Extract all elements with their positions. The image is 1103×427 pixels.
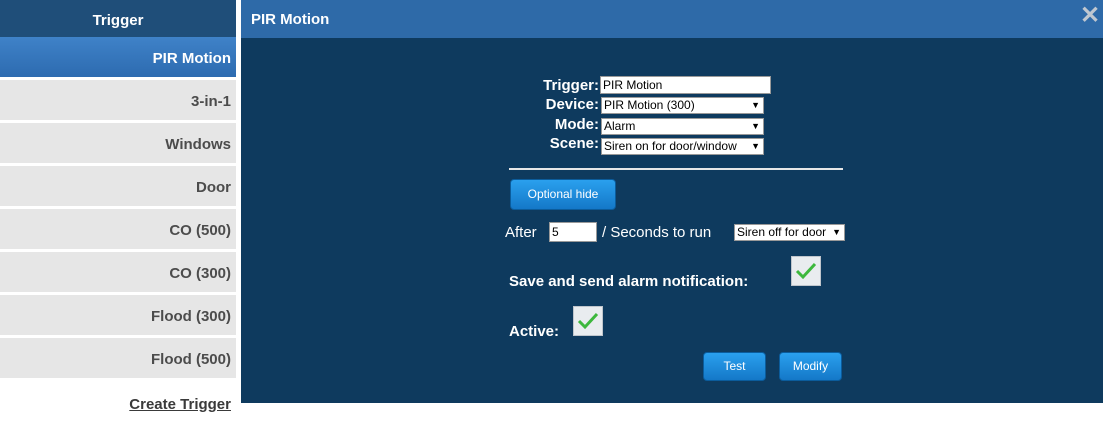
- device-select-value: PIR Motion (300): [604, 98, 695, 112]
- modify-button[interactable]: Modify: [779, 352, 842, 381]
- sidebar-item-label: Door: [196, 179, 231, 196]
- dialog-title: PIR Motion: [251, 11, 330, 28]
- sidebar-item-pir-motion[interactable]: PIR Motion: [0, 37, 236, 80]
- sidebar-item-label: Windows: [165, 136, 231, 153]
- test-button[interactable]: Test: [703, 352, 766, 381]
- mode-select-value: Alarm: [604, 119, 636, 133]
- create-trigger-link[interactable]: Create Trigger: [0, 383, 236, 423]
- scene-label: Scene:: [549, 135, 599, 152]
- dropdown-arrow-icon: ▼: [748, 139, 760, 154]
- trigger-label: Trigger:: [543, 77, 599, 94]
- dialog-title-bar: PIR Motion ✕: [241, 0, 1103, 38]
- form-divider: [509, 168, 843, 170]
- sidebar-item-flood-500[interactable]: Flood (500): [0, 338, 236, 381]
- sidebar-item-flood-300[interactable]: Flood (300): [0, 295, 236, 338]
- active-checkbox[interactable]: [573, 306, 603, 336]
- sidebar-header: Trigger: [0, 0, 236, 37]
- create-trigger-label: Create Trigger: [129, 396, 231, 413]
- mode-label: Mode:: [554, 116, 599, 133]
- after-label: After: [505, 224, 537, 241]
- sidebar-item-label: CO (500): [169, 222, 231, 239]
- dropdown-arrow-icon: ▼: [748, 119, 760, 134]
- device-select[interactable]: PIR Motion (300) ▼: [601, 97, 764, 114]
- scene-select[interactable]: Siren on for door/window ▼: [601, 138, 764, 155]
- scene-select-value: Siren on for door/window: [604, 139, 737, 153]
- trigger-dialog: PIR Motion ✕ Trigger: PIR Motion Device:…: [241, 0, 1103, 403]
- checkmark-icon: [795, 262, 817, 280]
- save-notify-label: Save and send alarm notification:: [509, 273, 749, 290]
- sidebar-item-co-300[interactable]: CO (300): [0, 252, 236, 295]
- seconds-input[interactable]: 5: [549, 222, 597, 242]
- sidebar-item-windows[interactable]: Windows: [0, 123, 236, 166]
- trigger-sidebar: Trigger PIR Motion 3-in-1 Windows Door C…: [0, 0, 236, 423]
- close-icon[interactable]: ✕: [1079, 4, 1101, 28]
- device-label: Device:: [545, 96, 599, 113]
- sidebar-item-label: Flood (300): [150, 308, 231, 325]
- sidebar-item-label: Flood (500): [150, 351, 231, 368]
- sidebar-item-label: 3-in-1: [190, 93, 231, 110]
- trigger-name-input[interactable]: PIR Motion: [600, 76, 771, 94]
- mode-select[interactable]: Alarm ▼: [601, 118, 764, 135]
- active-label: Active:: [509, 323, 560, 340]
- dropdown-arrow-icon: ▼: [748, 98, 760, 113]
- sidebar-item-door[interactable]: Door: [0, 166, 236, 209]
- sidebar-item-label: PIR Motion: [152, 50, 231, 67]
- seconds-to-run-label: / Seconds to run: [602, 224, 712, 241]
- save-notify-checkbox[interactable]: [791, 256, 821, 286]
- sidebar-item-label: CO (300): [169, 265, 231, 282]
- run-scene-select[interactable]: Siren off for door ▼: [734, 224, 845, 241]
- run-scene-select-value: Siren off for door: [737, 225, 827, 239]
- sidebar-item-3-in-1[interactable]: 3-in-1: [0, 80, 236, 123]
- checkmark-icon: [577, 312, 599, 330]
- dropdown-arrow-icon: ▼: [829, 225, 841, 240]
- sidebar-item-co-500[interactable]: CO (500): [0, 209, 236, 252]
- optional-hide-button[interactable]: Optional hide: [510, 179, 616, 210]
